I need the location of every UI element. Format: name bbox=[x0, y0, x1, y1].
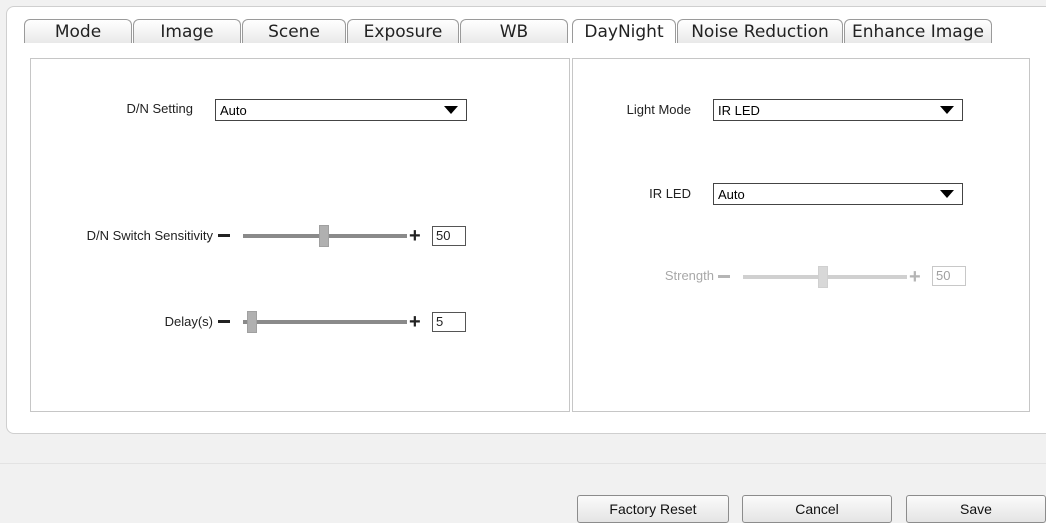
factory-reset-button[interactable]: Factory Reset bbox=[577, 495, 729, 523]
strength-value: 50 bbox=[932, 266, 966, 286]
chevron-down-icon bbox=[940, 106, 954, 114]
light-mode-value: IR LED bbox=[718, 103, 760, 118]
strength-label: Strength bbox=[664, 268, 714, 283]
footer-divider bbox=[0, 463, 1046, 464]
plus-icon: + bbox=[909, 266, 921, 288]
slider-thumb bbox=[818, 266, 828, 288]
ir-led-value: Auto bbox=[718, 187, 745, 202]
tab-daynight[interactable]: DayNight bbox=[572, 19, 676, 43]
save-button[interactable]: Save bbox=[906, 495, 1046, 523]
tab-noise-reduction[interactable]: Noise Reduction bbox=[677, 19, 843, 43]
tab-exposure[interactable]: Exposure bbox=[347, 19, 459, 43]
ir-led-select[interactable]: Auto bbox=[713, 183, 963, 205]
dn-switch-sensitivity-label: D/N Switch Sensitivity bbox=[86, 228, 213, 243]
tab-scene[interactable]: Scene bbox=[242, 19, 346, 43]
light-mode-label: Light Mode bbox=[626, 102, 691, 117]
dn-setting-label: D/N Setting bbox=[126, 101, 193, 116]
cancel-button[interactable]: Cancel bbox=[742, 495, 892, 523]
minus-icon[interactable] bbox=[218, 234, 230, 237]
plus-icon[interactable]: + bbox=[409, 312, 421, 332]
slider-thumb[interactable] bbox=[247, 311, 257, 333]
tab-enhance-image[interactable]: Enhance Image bbox=[844, 19, 992, 43]
delay-value[interactable]: 5 bbox=[432, 312, 466, 332]
minus-icon bbox=[718, 275, 730, 278]
dn-setting-select[interactable]: Auto bbox=[215, 99, 467, 121]
ir-led-label: IR LED bbox=[649, 186, 691, 201]
dn-setting-value: Auto bbox=[220, 103, 247, 118]
chevron-down-icon bbox=[444, 106, 458, 114]
tab-mode[interactable]: Mode bbox=[24, 19, 132, 43]
slider-thumb[interactable] bbox=[319, 225, 329, 247]
dn-switch-sensitivity-value[interactable]: 50 bbox=[432, 226, 466, 246]
delay-label: Delay(s) bbox=[164, 314, 213, 329]
tab-image[interactable]: Image bbox=[133, 19, 241, 43]
slider-track[interactable] bbox=[243, 320, 407, 324]
plus-icon[interactable]: + bbox=[409, 226, 421, 246]
chevron-down-icon bbox=[940, 190, 954, 198]
tab-wb[interactable]: WB bbox=[460, 19, 568, 43]
light-mode-select[interactable]: IR LED bbox=[713, 99, 963, 121]
minus-icon[interactable] bbox=[218, 320, 230, 323]
